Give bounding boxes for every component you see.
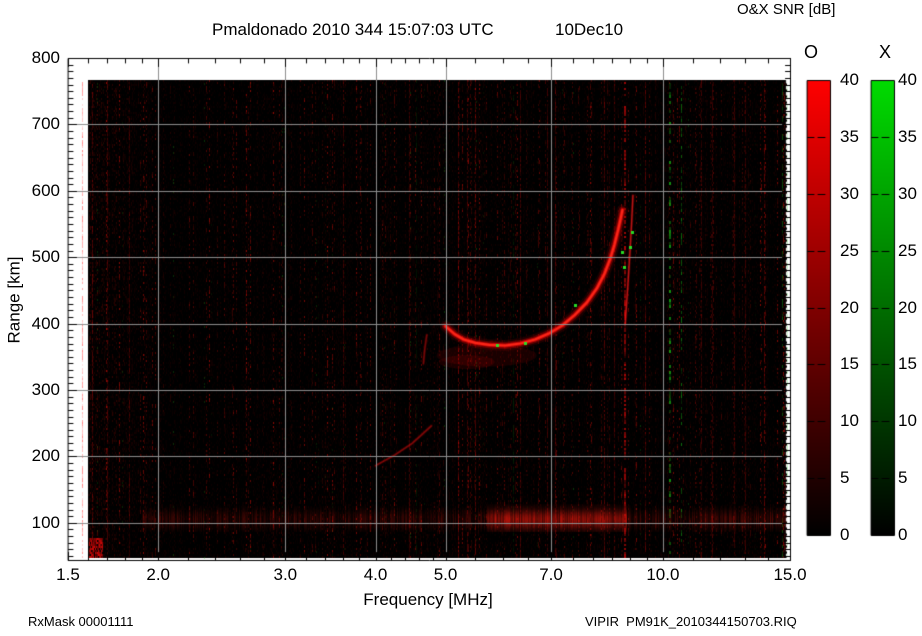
x-tick-label: 3.0 <box>273 565 298 584</box>
x-tick-label: 2.0 <box>146 565 171 584</box>
plot-date: 10Dec10 <box>555 20 624 39</box>
colorbar-o-tick-label: 15 <box>840 354 859 374</box>
ionogram-figure: Pmaldonado 2010 344 15:07:03 UTC 10Dec10… <box>0 0 922 636</box>
colorbar-x-tick-label: 5 <box>898 468 908 488</box>
colorbar-x-tick-label: 30 <box>898 183 917 203</box>
rxmask-text: RxMask 00001111 <box>28 614 134 629</box>
y-tick-label: 100 <box>31 512 60 532</box>
y-tick-label: 800 <box>31 48 60 67</box>
y-tick-label: 300 <box>31 380 60 399</box>
colorbar-title: O&X SNR [dB] <box>737 1 836 18</box>
colorbar-x-tick-label: 20 <box>898 297 917 317</box>
colorbar-o-tick-label: 0 <box>840 525 850 544</box>
colorbar-o-tick-label: 40 <box>840 70 859 89</box>
colorbar-x-tick-label: 10 <box>898 411 917 431</box>
x-axis-label: Frequency [MHz] <box>363 590 493 609</box>
y-tick-label: 600 <box>31 180 60 200</box>
plot-title: Pmaldonado 2010 344 15:07:03 UTC <box>212 20 494 39</box>
x-tick-label: 1.5 <box>56 565 80 584</box>
x-tick-label: 15.0 <box>773 565 807 584</box>
colorbar-o-tick-label: 10 <box>840 411 859 431</box>
x-tick-label: 5.0 <box>433 565 458 584</box>
colorbar-o-tick-label: 35 <box>840 126 859 146</box>
colorbar-x-tick-label: 0 <box>898 525 908 544</box>
colorbar-o-tick-label: 25 <box>840 240 859 260</box>
y-tick-label: 500 <box>31 247 60 267</box>
x-tick-label: 7.0 <box>539 565 563 584</box>
colorbar-x-header: X <box>878 42 891 62</box>
x-tick-label: 4.0 <box>363 565 388 584</box>
y-tick-label: 400 <box>31 313 60 333</box>
colorbar-x-tick-label: 15 <box>898 354 917 374</box>
data-file-text: VIPIR PM91K_2010344150703.RIQ <box>585 614 797 629</box>
colorbar-o-tick-label: 20 <box>840 297 859 317</box>
colorbar-x-tick-label: 40 <box>898 70 917 89</box>
y-tick-label: 700 <box>31 114 60 134</box>
x-tick-label: 10.0 <box>646 565 680 584</box>
colorbar-o-tick-label: 30 <box>840 183 859 203</box>
ionogram-canvas <box>0 0 922 636</box>
colorbar-x-tick-label: 35 <box>898 126 917 146</box>
colorbar-x-tick-label: 25 <box>898 240 917 260</box>
y-tick-label: 200 <box>31 446 60 466</box>
colorbar-o-tick-label: 5 <box>840 468 850 488</box>
colorbar-o-header: O <box>803 42 818 62</box>
